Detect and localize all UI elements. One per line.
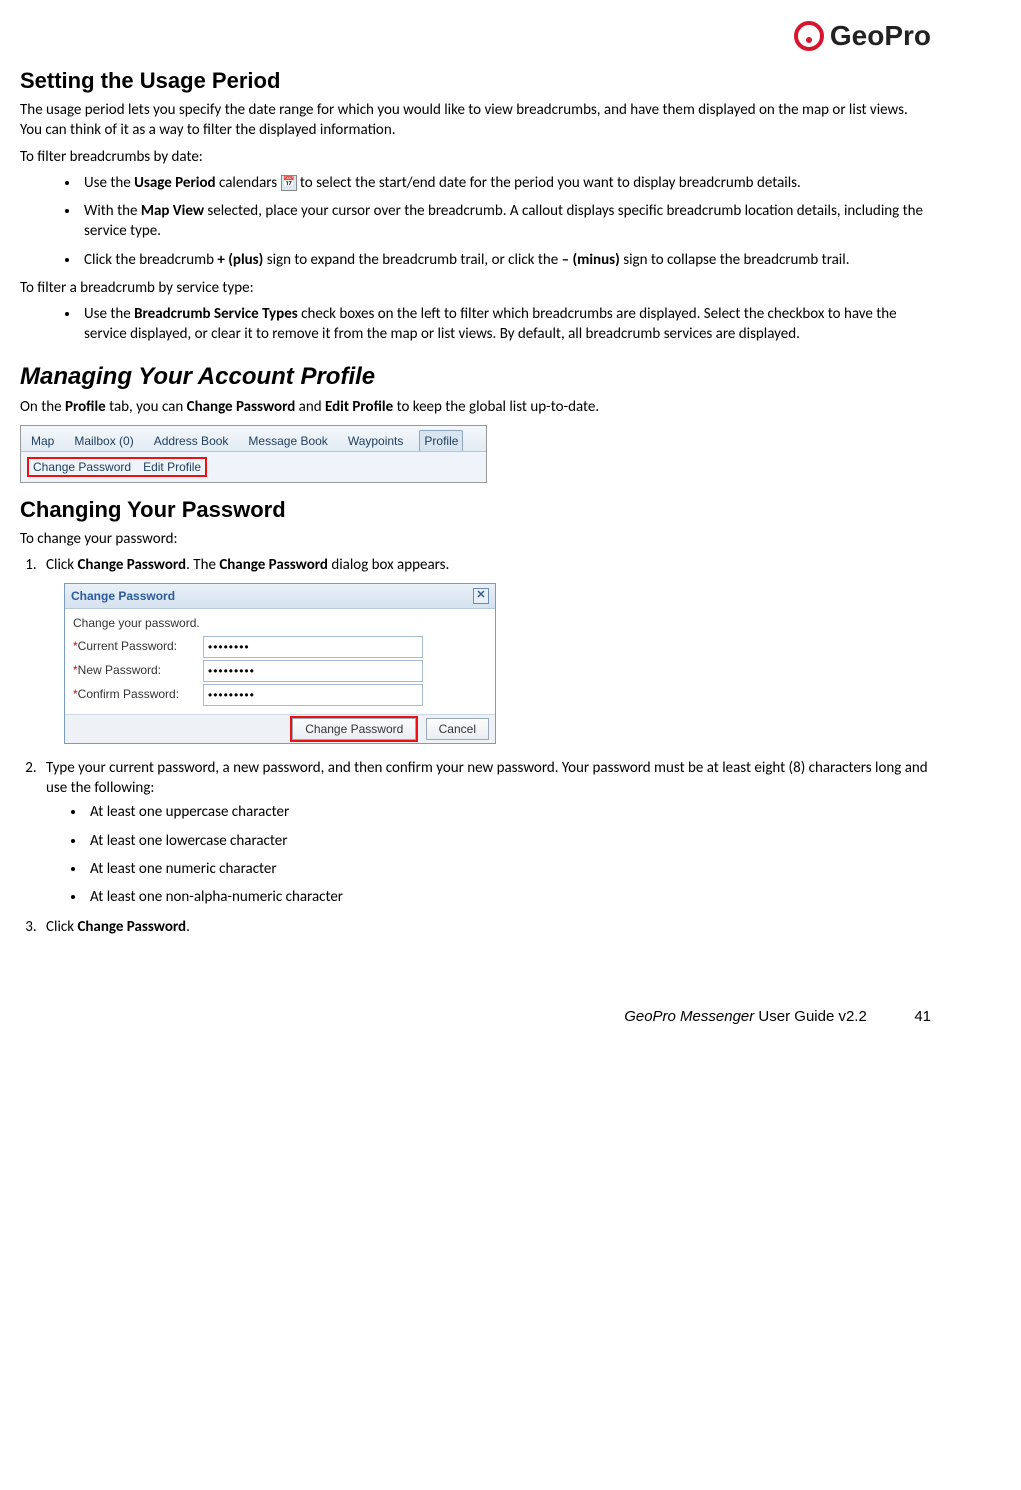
dialog-titlebar: Change Password ✕	[65, 584, 495, 609]
step-2: Type your current password, a new passwo…	[40, 758, 931, 908]
change-password-dialog: Change Password ✕ Change your password. …	[64, 583, 496, 744]
changing-password-steps: Click Change Password. The Change Passwo…	[20, 555, 931, 938]
label-current-password: *Current Password:	[73, 639, 203, 653]
calendar-icon	[281, 175, 297, 191]
page-header: GeoPro	[20, 20, 931, 56]
subtabs-highlight-box: Change Password Edit Profile	[27, 457, 207, 477]
cancel-button[interactable]: Cancel	[426, 718, 489, 740]
label-confirm-password: *Confirm Password:	[73, 687, 203, 701]
managing-profile-para: On the Profile tab, you can Change Passw…	[20, 397, 931, 417]
footer-page-number: 41	[871, 1008, 931, 1025]
tab-mailbox[interactable]: Mailbox (0)	[70, 431, 137, 451]
profile-tabs-screenshot: Map Mailbox (0) Address Book Message Boo…	[20, 425, 487, 483]
password-requirements-list: At least one uppercase character At leas…	[46, 802, 931, 907]
dialog-caption: Change your password.	[73, 615, 487, 631]
close-icon[interactable]: ✕	[473, 588, 489, 604]
confirm-password-input[interactable]: •••••••••	[203, 684, 423, 706]
dialog-title-text: Change Password	[71, 588, 175, 604]
list-item: At least one lowercase character	[86, 831, 931, 851]
footer-doc-title-italic: GeoPro Messenger	[624, 1008, 754, 1025]
subtabs-row: Change Password Edit Profile	[21, 452, 486, 482]
heading-usage-period: Setting the Usage Period	[20, 68, 931, 94]
brand-name: GeoPro	[830, 20, 931, 52]
filter-by-service-lead: To filter a breadcrumb by service type:	[20, 278, 931, 298]
list-item: At least one numeric character	[86, 859, 931, 879]
step-1: Click Change Password. The Change Passwo…	[40, 555, 931, 744]
footer-doc-title-rest: User Guide v2.2	[754, 1008, 867, 1025]
row-confirm-password: *Confirm Password: •••••••••	[73, 684, 487, 706]
subtab-edit-profile[interactable]: Edit Profile	[143, 460, 201, 474]
filter-by-date-list: Use the Usage Period calendars to select…	[20, 173, 931, 270]
heading-changing-password: Changing Your Password	[20, 497, 931, 523]
filter-by-service-list: Use the Breadcrumb Service Types check b…	[20, 304, 931, 345]
list-item: At least one non-alpha-numeric character	[86, 887, 931, 907]
label-new-password: *New Password:	[73, 663, 203, 677]
list-item: Use the Breadcrumb Service Types check b…	[80, 304, 931, 345]
dialog-body: Change your password. *Current Password:…	[65, 609, 495, 713]
tab-waypoints[interactable]: Waypoints	[344, 431, 408, 451]
list-item: At least one uppercase character	[86, 802, 931, 822]
row-new-password: *New Password: •••••••••	[73, 660, 487, 682]
subtab-change-password[interactable]: Change Password	[33, 460, 131, 474]
list-item: With the Map View selected, place your c…	[80, 201, 931, 242]
list-item: Click the breadcrumb + (plus) sign to ex…	[80, 250, 931, 270]
tab-address-book[interactable]: Address Book	[150, 431, 233, 451]
change-password-button[interactable]: Change Password	[292, 718, 416, 740]
tab-profile[interactable]: Profile	[419, 430, 463, 451]
row-current-password: *Current Password: ••••••••	[73, 636, 487, 658]
new-password-input[interactable]: •••••••••	[203, 660, 423, 682]
brand-logo: GeoPro	[794, 20, 931, 52]
filter-by-date-lead: To filter breadcrumbs by date:	[20, 147, 931, 167]
tab-map[interactable]: Map	[27, 431, 58, 451]
geopro-logo-icon	[794, 21, 824, 51]
list-item: Use the Usage Period calendars to select…	[80, 173, 931, 193]
step-3: Click Change Password.	[40, 917, 931, 937]
usage-period-intro: The usage period lets you specify the da…	[20, 100, 931, 141]
changing-password-lead: To change your password:	[20, 529, 931, 549]
tab-message-book[interactable]: Message Book	[244, 431, 331, 451]
dialog-button-row: Change Password Cancel	[65, 714, 495, 743]
tabs-row: Map Mailbox (0) Address Book Message Boo…	[21, 426, 486, 452]
heading-managing-profile: Managing Your Account Profile	[20, 363, 931, 391]
page-footer: GeoPro Messenger User Guide v2.2 41	[20, 1008, 931, 1025]
current-password-input[interactable]: ••••••••	[203, 636, 423, 658]
